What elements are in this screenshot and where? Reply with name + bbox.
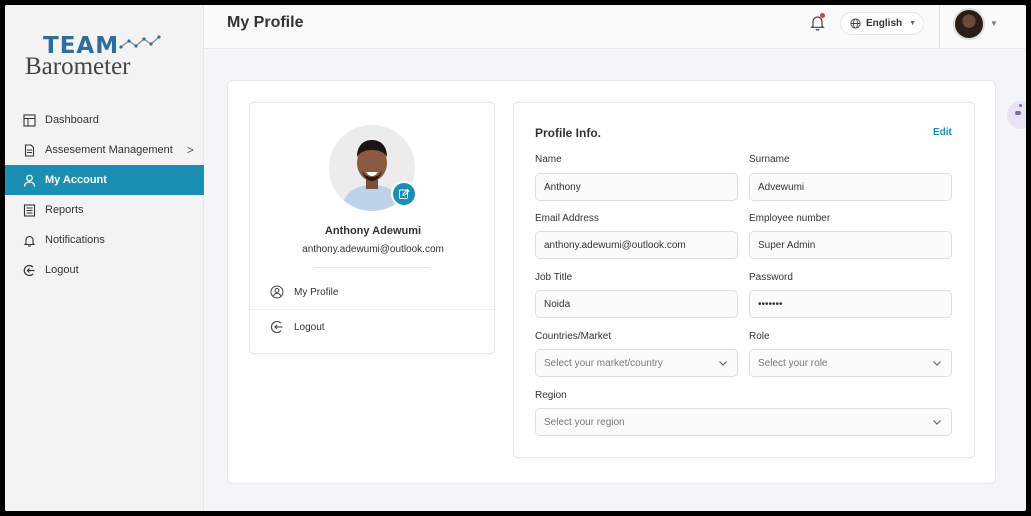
edit-link[interactable]: Edit [933, 127, 952, 138]
user-icon [23, 174, 36, 187]
menu-item-label: Logout [294, 321, 325, 333]
chatbot-icon[interactable] [1007, 101, 1026, 129]
divider [250, 309, 494, 310]
surname-field[interactable]: Advewumi [749, 173, 952, 201]
chevron-down-icon [933, 361, 941, 366]
language-selector[interactable]: English ▼ [840, 12, 924, 35]
sidebar: TEAM Barometer Dashboard Assesement Mana… [5, 5, 204, 511]
menu-item-label: My Profile [294, 286, 339, 298]
chevron-down-icon [719, 361, 727, 366]
logout-icon [23, 264, 36, 277]
region-placeholder: Select your region [544, 416, 625, 428]
logout-icon [270, 320, 284, 334]
name-field[interactable]: Anthony [535, 173, 738, 201]
edit-photo-button[interactable] [391, 181, 417, 207]
sidebar-item-label: My Account [45, 174, 107, 186]
profile-name: Anthony Adewumi [324, 225, 422, 237]
profile-info-panel: Profile Info. Edit Name Anthony Surname … [513, 102, 975, 458]
countries-label: Countries/Market [535, 331, 612, 342]
top-bar: My Profile English ▼ ▼ [204, 5, 1026, 49]
divider [314, 267, 430, 268]
profile-circle-icon [270, 285, 284, 299]
sidebar-item-label: Reports [45, 204, 84, 216]
password-label: Password [749, 272, 793, 283]
sidebar-item-reports[interactable]: Reports [5, 195, 204, 225]
sidebar-item-my-account[interactable]: My Account [5, 165, 204, 195]
sidebar-item-logout[interactable]: Logout [5, 255, 204, 285]
globe-icon [850, 18, 861, 29]
role-placeholder: Select your role [758, 357, 828, 369]
sidebar-item-label: Notifications [45, 234, 105, 246]
profile-email: anthony.adewumi@outlook.com [302, 244, 444, 255]
bell-icon [23, 234, 36, 247]
chevron-right-icon: > [186, 143, 194, 157]
region-label: Region [535, 390, 567, 401]
sidebar-item-label: Assesement Management [45, 144, 173, 156]
page-title: My Profile [227, 14, 304, 31]
profile-summary-panel: Anthony Adewumi anthony.adewumi@outlook.… [249, 102, 495, 354]
sidebar-nav: Dashboard Assesement Management > My Acc… [5, 105, 204, 285]
profile-card: Anthony Adewumi anthony.adewumi@outlook.… [227, 80, 996, 484]
sidebar-item-assessment-management[interactable]: Assesement Management > [5, 135, 204, 165]
password-field[interactable]: ••••••• [749, 290, 952, 318]
sidebar-item-label: Dashboard [45, 114, 99, 126]
surname-label: Surname [749, 154, 790, 165]
employee-number-label: Employee number [749, 213, 831, 224]
job-title-field[interactable]: Noida [535, 290, 738, 318]
employee-number-field[interactable]: Super Admin [749, 231, 952, 259]
document-icon [23, 143, 36, 157]
menu-item-logout[interactable]: Logout [270, 320, 325, 334]
user-avatar[interactable] [953, 8, 985, 40]
topbar-divider [939, 5, 940, 49]
countries-select[interactable]: Select your market/country [535, 349, 738, 377]
region-select[interactable]: Select your region [535, 408, 952, 436]
job-title-label: Job Title [535, 272, 573, 283]
menu-item-my-profile[interactable]: My Profile [270, 285, 338, 299]
email-field[interactable]: anthony.adewumi@outlook.com [535, 231, 738, 259]
name-label: Name [535, 154, 562, 165]
language-label: English [866, 18, 903, 29]
trend-line-icon [119, 35, 161, 49]
sidebar-item-dashboard[interactable]: Dashboard [5, 105, 204, 135]
caret-down-icon[interactable]: ▼ [990, 19, 998, 28]
caret-down-icon: ▼ [909, 20, 917, 27]
countries-placeholder: Select your market/country [544, 357, 663, 369]
chevron-down-icon [933, 420, 941, 425]
profile-info-title: Profile Info. [535, 126, 601, 140]
email-label: Email Address [535, 213, 599, 224]
sidebar-item-notifications[interactable]: Notifications [5, 225, 204, 255]
role-label: Role [749, 331, 770, 342]
app-window: TEAM Barometer Dashboard Assesement Mana… [5, 5, 1026, 511]
dashboard-icon [23, 113, 36, 127]
team-barometer-logo[interactable]: TEAM Barometer [23, 29, 193, 80]
sidebar-item-label: Logout [45, 264, 79, 276]
notification-dot [820, 13, 825, 18]
logo-barometer-text: Barometer [25, 53, 131, 80]
role-select[interactable]: Select your role [749, 349, 952, 377]
reports-icon [23, 203, 36, 217]
edit-icon [399, 188, 410, 199]
